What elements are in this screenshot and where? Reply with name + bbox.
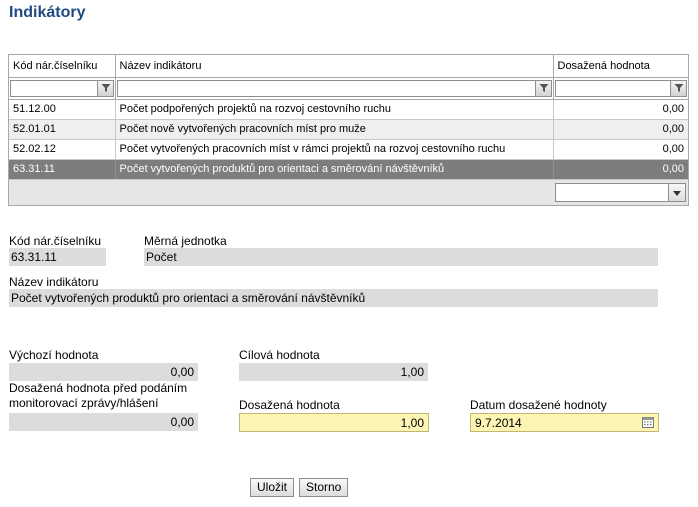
initial-value-label: Výchozí hodnota <box>9 348 99 362</box>
cell-code: 63.31.11 <box>9 159 116 180</box>
cell-name: Počet podpořených projektů na rozvoj ces… <box>115 99 554 120</box>
unit-field: Počet <box>144 248 658 266</box>
cell-name: Počet nově vytvořených pracovních míst p… <box>115 119 554 140</box>
unit-label: Měrná jednotka <box>144 234 227 248</box>
save-button[interactable]: Uložit <box>250 478 295 497</box>
page-size-select[interactable] <box>555 183 686 202</box>
table-row-selected[interactable]: 63.31.11 Počet vytvořených produktů pro … <box>9 159 688 180</box>
achieved-date-input[interactable]: 9.7.2014 <box>470 413 659 432</box>
table-row[interactable]: 52.01.01 Počet nově vytvořených pracovní… <box>9 119 688 140</box>
cancel-button[interactable]: Storno <box>299 478 349 497</box>
indicators-table: Kód nár.číselníku Název indikátoru Dosaž… <box>9 55 688 180</box>
achieved-value-input[interactable] <box>239 413 429 432</box>
cell-name: Počet vytvořených produktů pro orientaci… <box>115 159 554 180</box>
cell-value: 0,00 <box>553 159 688 180</box>
achieved-before-field: 0,00 <box>9 413 198 431</box>
cell-name: Počet vytvořených pracovních míst v rámc… <box>115 139 554 160</box>
cell-value: 0,00 <box>553 119 688 140</box>
cell-value: 0,00 <box>553 99 688 120</box>
achieved-date-label: Datum dosažené hodnoty <box>470 398 607 412</box>
achieved-before-label: Dosažená hodnota před podáním monitorova… <box>9 381 187 411</box>
column-header-code[interactable]: Kód nár.číselníku <box>9 55 116 78</box>
filter-row <box>9 77 688 100</box>
page-size-value <box>556 184 668 201</box>
filter-icon[interactable] <box>670 80 686 96</box>
table-row[interactable]: 52.02.12 Počet vytvořených pracovních mí… <box>9 139 688 160</box>
cell-code: 52.01.01 <box>9 119 116 140</box>
filter-icon[interactable] <box>534 80 551 96</box>
code-field: 63.31.11 <box>9 248 106 266</box>
initial-value-field: 0,00 <box>9 363 198 381</box>
indicators-grid: Kód nár.číselníku Název indikátoru Dosaž… <box>8 54 689 206</box>
filter-name-input[interactable] <box>117 80 535 96</box>
column-header-value[interactable]: Dosažená hodnota <box>553 55 688 78</box>
indicator-name-label: Název indikátoru <box>9 275 99 289</box>
target-value-field: 1,00 <box>239 363 428 381</box>
achieved-before-label-line2: monitorovací zprávy/hlášení <box>9 396 159 410</box>
filter-code <box>10 79 114 97</box>
filter-icon[interactable] <box>96 80 113 96</box>
code-label: Kód nár.číselníku <box>9 234 102 248</box>
achieved-date-value: 9.7.2014 <box>475 416 522 430</box>
table-row[interactable]: 51.12.00 Počet podpořených projektů na r… <box>9 99 688 120</box>
cell-value: 0,00 <box>553 139 688 160</box>
achieved-value-label: Dosažená hodnota <box>239 398 340 412</box>
column-header-name[interactable]: Název indikátoru <box>115 55 554 78</box>
filter-code-input[interactable] <box>11 80 97 96</box>
page-title: Indikátory <box>9 4 86 21</box>
cell-code: 52.02.12 <box>9 139 116 160</box>
cell-code: 51.12.00 <box>9 99 116 120</box>
indicator-name-field: Počet vytvořených produktů pro orientaci… <box>9 289 658 307</box>
calendar-icon[interactable] <box>642 417 654 431</box>
filter-value <box>554 79 687 97</box>
target-value-label: Cílová hodnota <box>239 348 320 362</box>
filter-name <box>116 79 552 97</box>
filter-value-input[interactable] <box>555 80 670 96</box>
achieved-before-label-line1: Dosažená hodnota před podáním <box>9 381 188 395</box>
chevron-down-icon[interactable] <box>668 184 685 201</box>
